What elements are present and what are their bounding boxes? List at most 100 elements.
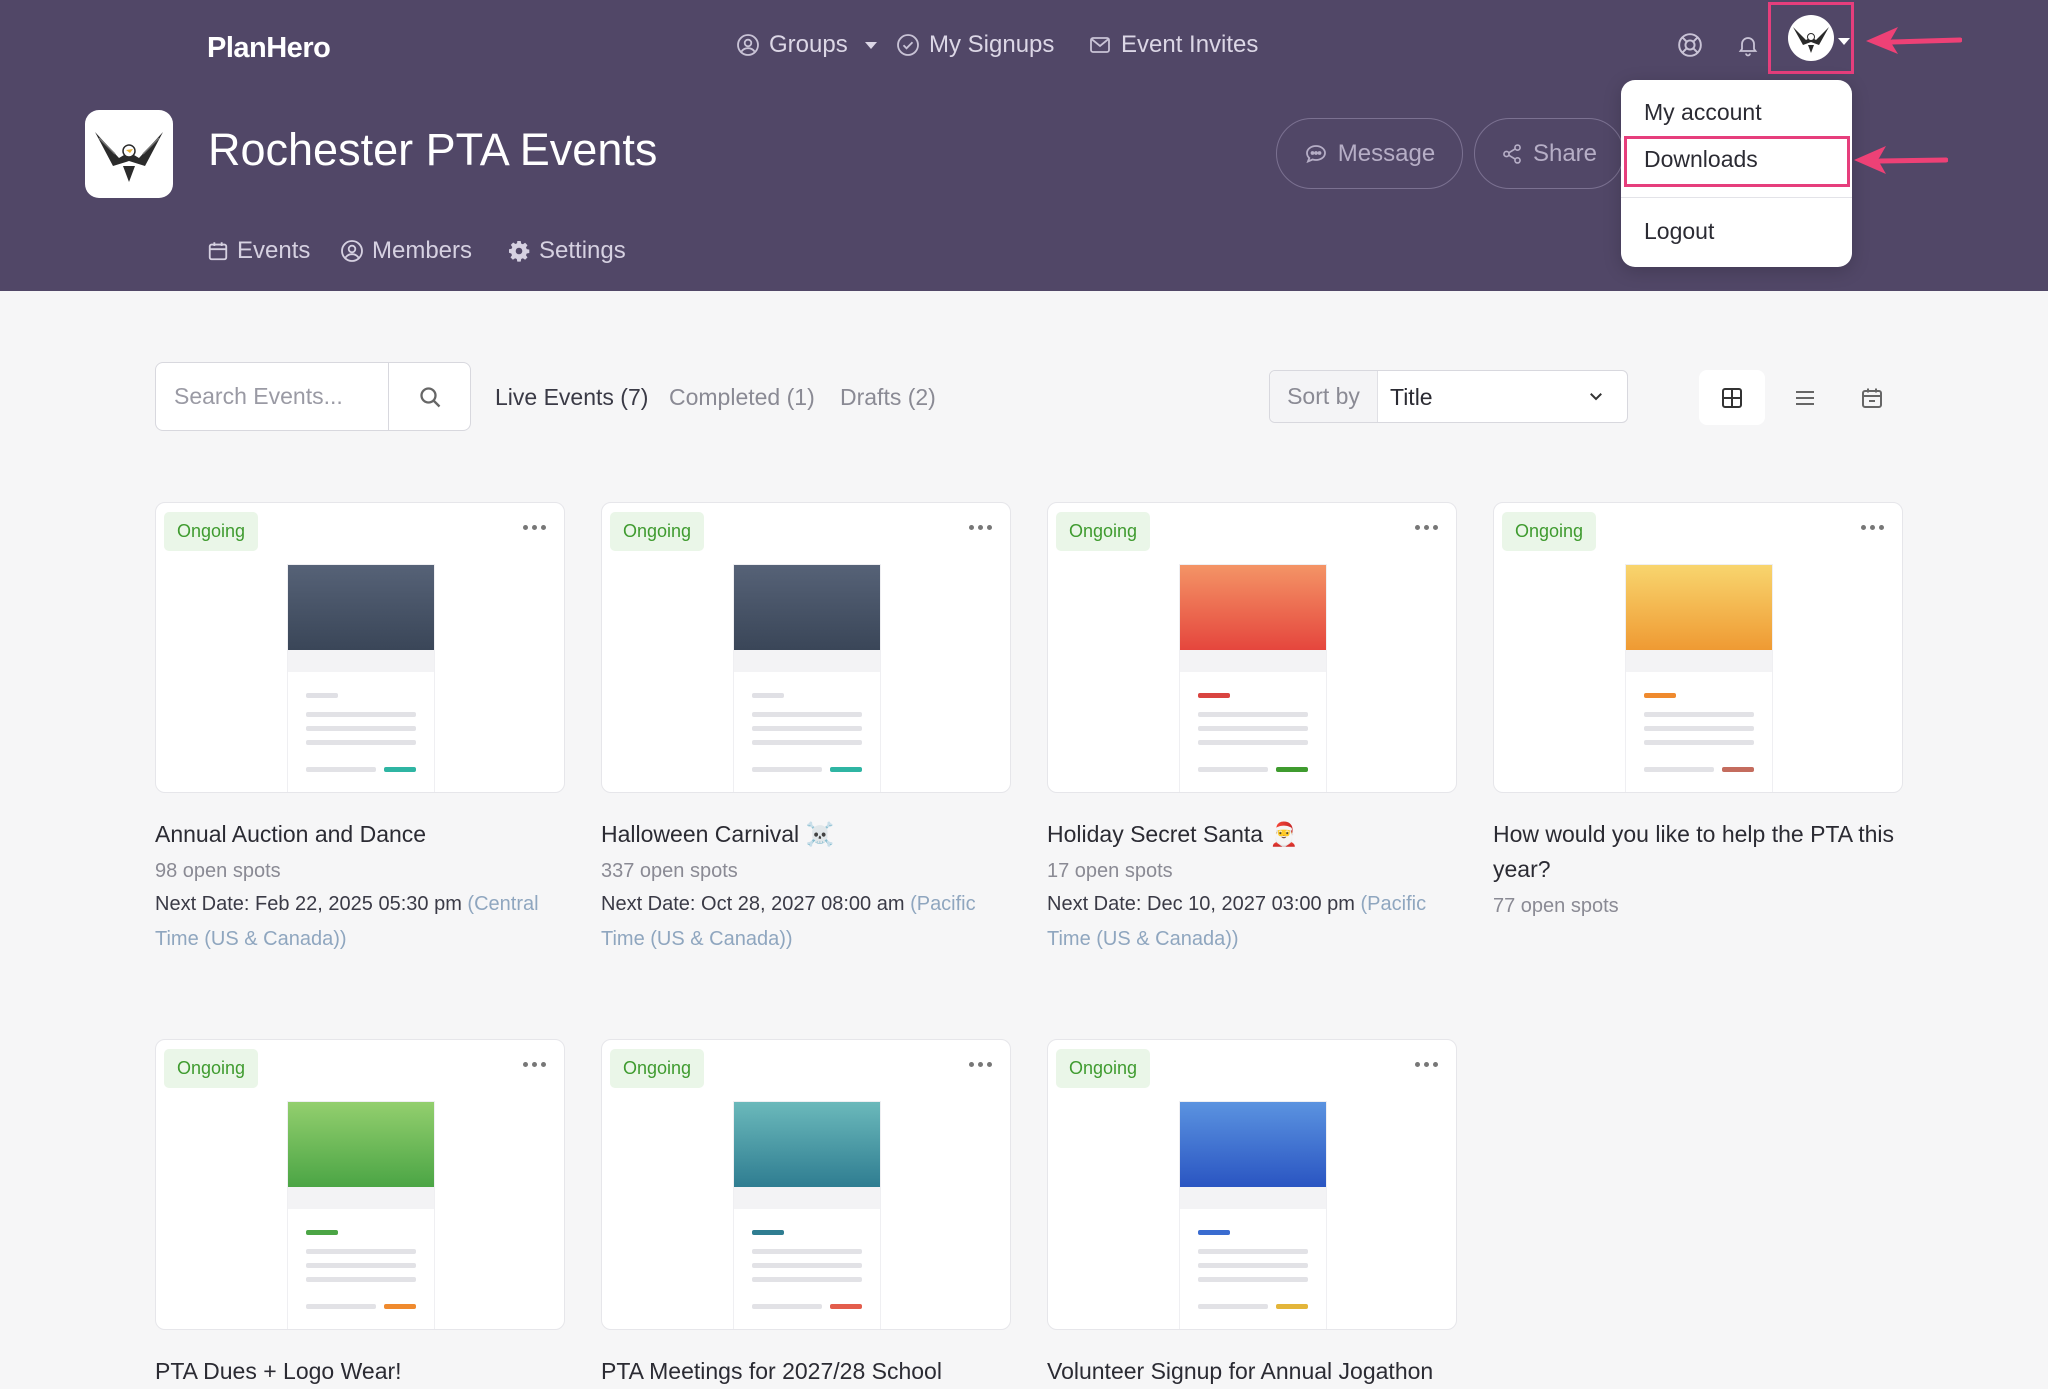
nav-groups[interactable]: Groups (736, 28, 877, 62)
list-view-button[interactable] (1772, 370, 1838, 425)
thumbnail-strip (288, 1187, 434, 1209)
event-card[interactable]: Ongoing (1047, 502, 1457, 793)
help-lifebuoy-icon[interactable] (1675, 30, 1705, 60)
event-thumbnail (734, 1102, 880, 1329)
thumbnail-line (1198, 693, 1230, 698)
open-spots: 337 open spots (601, 860, 738, 882)
account-caret-icon[interactable] (1838, 38, 1850, 45)
more-options-icon[interactable] (518, 1052, 550, 1076)
thumbnail-line (1198, 726, 1308, 731)
search-button[interactable] (388, 363, 471, 430)
more-options-icon[interactable] (518, 515, 550, 539)
subnav-events[interactable]: Events (207, 236, 310, 266)
thumbnail-strip (1180, 650, 1326, 672)
thumbnail-banner (1180, 1102, 1326, 1187)
next-date: Next Date: Oct 28, 2027 08:00 am (Pacifi… (601, 887, 1021, 957)
tab-completed[interactable]: Completed (1) (669, 384, 815, 411)
thumbnail-line (306, 1277, 416, 1282)
open-spots: 98 open spots (155, 860, 281, 882)
thumbnail-line (306, 712, 416, 717)
subnav-settings[interactable]: Settings (507, 236, 626, 266)
thumbnail-strip (1626, 650, 1772, 672)
event-card[interactable]: Ongoing (601, 1039, 1011, 1330)
open-spots: 17 open spots (1047, 860, 1173, 882)
thumbnail-line (1198, 1263, 1308, 1268)
menu-item-my-account[interactable]: My account (1644, 99, 1762, 126)
calendar-view-button[interactable] (1839, 370, 1905, 425)
tab-drafts[interactable]: Drafts (2) (840, 384, 936, 411)
thumbnail-line (752, 726, 862, 731)
eagle-icon (95, 132, 163, 182)
calendar-icon (1862, 388, 1882, 408)
thumbnail-line (752, 693, 784, 698)
thumbnail-line (1644, 767, 1714, 772)
search-box (155, 362, 471, 431)
thumbnail-line (1198, 1277, 1308, 1282)
thumbnail-line (1644, 712, 1754, 717)
event-title[interactable]: How would you like to help the PTA this … (1493, 817, 1913, 887)
event-title[interactable]: Holiday Secret Santa 🎅 (1047, 817, 1467, 852)
share-button-label: Share (1532, 139, 1598, 167)
sort-value: Title (1390, 384, 1433, 410)
event-card[interactable]: Ongoing (155, 502, 565, 793)
more-options-icon[interactable] (964, 1052, 996, 1076)
nav-event-invites[interactable]: Event Invites (1088, 28, 1258, 62)
gear-icon (507, 239, 531, 263)
thumbnail-accent (830, 1304, 862, 1309)
user-circle-icon (736, 33, 760, 57)
calendar-icon (207, 240, 229, 262)
bell-icon[interactable] (1733, 30, 1763, 60)
thumbnail-line (752, 1263, 862, 1268)
event-title[interactable]: Annual Auction and Dance (155, 817, 575, 852)
subnav-members-label: Members (372, 237, 473, 264)
tab-live-events[interactable]: Live Events (7) (495, 384, 648, 411)
thumbnail-line (752, 1277, 862, 1282)
thumbnail-line (1198, 767, 1268, 772)
nav-my-signups[interactable]: My Signups (896, 28, 1054, 62)
status-badge: Ongoing (164, 1049, 259, 1088)
share-button[interactable]: Share (1474, 118, 1624, 189)
status-badge: Ongoing (1056, 1049, 1151, 1088)
thumbnail-line (306, 726, 416, 731)
message-button[interactable]: Message (1276, 118, 1463, 189)
envelope-icon (1088, 33, 1112, 57)
thumbnail-banner (734, 1102, 880, 1187)
grid-view-button[interactable] (1699, 370, 1765, 425)
thumbnail-strip (734, 650, 880, 672)
event-thumbnail (1180, 565, 1326, 792)
brand-logo[interactable]: PlanHero (207, 32, 331, 65)
more-options-icon[interactable] (1410, 515, 1442, 539)
event-title[interactable]: Halloween Carnival ☠️ (601, 817, 1021, 852)
menu-item-logout[interactable]: Logout (1644, 218, 1714, 245)
thumbnail-accent (830, 767, 862, 772)
event-card[interactable]: Ongoing (1493, 502, 1903, 793)
thumbnail-line (1198, 712, 1308, 717)
chevron-down-icon (1587, 387, 1605, 410)
status-badge: Ongoing (164, 512, 259, 551)
event-card[interactable]: Ongoing (1047, 1039, 1457, 1330)
thumbnail-line (306, 1263, 416, 1268)
next-date-label: Next Date: Oct 28, 2027 08:00 am (601, 893, 911, 915)
eagle-icon (1793, 27, 1829, 53)
thumbnail-strip (288, 650, 434, 672)
sort-select[interactable]: Sort by Title (1269, 370, 1628, 423)
message-button-label: Message (1337, 139, 1436, 167)
user-circle-icon (340, 239, 364, 263)
subnav-members[interactable]: Members (340, 236, 472, 266)
event-card[interactable]: Ongoing (601, 502, 1011, 793)
share-icon (1501, 143, 1523, 165)
thumbnail-line (752, 740, 862, 745)
search-input[interactable] (156, 363, 388, 430)
thumbnail-line (1198, 1230, 1230, 1235)
more-options-icon[interactable] (1410, 1052, 1442, 1076)
status-badge: Ongoing (610, 1049, 705, 1088)
search-icon (420, 386, 441, 407)
more-options-icon[interactable] (964, 515, 996, 539)
nav-event-invites-label: Event Invites (1121, 31, 1259, 58)
annotation-arrow-icon (1866, 27, 1962, 54)
downloads-highlight-box (1624, 136, 1850, 187)
next-date-label: Next Date: Dec 10, 2027 03:00 pm (1047, 893, 1361, 915)
thumbnail-banner (1626, 565, 1772, 650)
event-card[interactable]: Ongoing (155, 1039, 565, 1330)
more-options-icon[interactable] (1856, 515, 1888, 539)
